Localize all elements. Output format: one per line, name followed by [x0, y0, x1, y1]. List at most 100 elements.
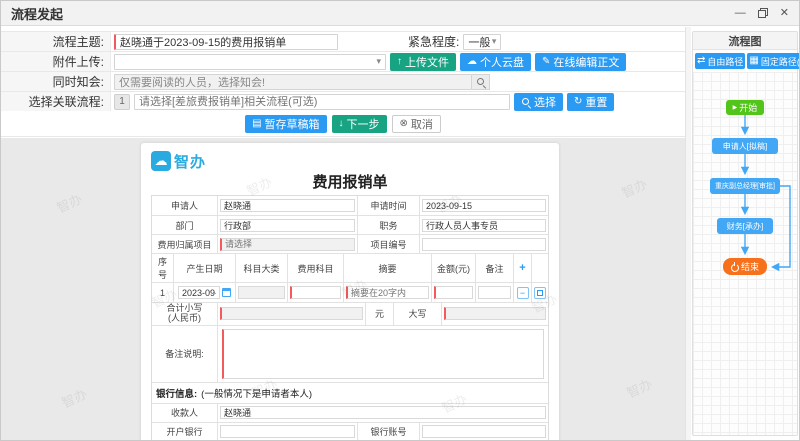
notify-search-button[interactable]: [472, 74, 490, 90]
watermark: 智办: [618, 173, 650, 201]
flow-canvas: ▶ 开始 申请人[拟稿] 重庆副总经理[审批] 财务[承办] 结束: [693, 72, 797, 435]
col-subject: 费用科目: [288, 254, 344, 282]
search-icon: [476, 77, 486, 87]
grid-icon: ▦: [749, 56, 758, 66]
account-input[interactable]: [422, 425, 546, 438]
cancel-button[interactable]: ⊗ 取消: [392, 115, 441, 133]
flow-node-finance[interactable]: 财务[承办]: [717, 218, 773, 234]
date-input[interactable]: [178, 286, 220, 299]
flow-node-applicant-label: 申请人[拟稿]: [723, 141, 767, 152]
position-input[interactable]: [422, 219, 546, 232]
attachment-label: 附件上传:: [1, 52, 111, 71]
add-row-button[interactable]: +: [519, 262, 525, 274]
category-input[interactable]: [238, 286, 285, 299]
remove-row-button[interactable]: −: [517, 287, 529, 299]
restore-icon[interactable]: [758, 8, 768, 18]
apply-time-label: 申请时间: [358, 196, 420, 215]
payee-label: 收款人: [152, 404, 218, 422]
process-form: 流程主题: 紧急程度: 一般 ▾ 附件上传: ▾ ↑ 上传文件: [1, 31, 685, 112]
project-no-input[interactable]: [422, 238, 546, 251]
row-index: 1: [152, 283, 174, 302]
uppercase-amount-input[interactable]: [444, 307, 546, 320]
cancel-circle-icon: ⊗: [400, 119, 408, 129]
col-amount: 金额(元): [432, 254, 476, 282]
bank-info-label: 银行信息:: [156, 386, 197, 400]
applicant-input[interactable]: [220, 199, 355, 212]
flow-panel-title: 流程图: [693, 32, 797, 50]
position-label: 职务: [358, 216, 420, 234]
unit-yuan-label: 元: [366, 303, 394, 325]
flow-diagram-panel: 流程图 ⇄ 自由路径 ▦ 固定路径(1): [692, 31, 798, 436]
expense-table-row: 1 −: [152, 282, 548, 302]
subject-select-input[interactable]: [290, 286, 341, 299]
swap-arrows-icon: ⇄: [697, 56, 705, 66]
save-draft-button[interactable]: ▤ 暂存草稿箱: [245, 115, 326, 133]
calendar-icon[interactable]: [222, 288, 231, 297]
notify-input[interactable]: [114, 74, 472, 90]
attachment-select[interactable]: ▾: [114, 54, 386, 70]
notify-label: 同时知会:: [1, 72, 111, 91]
remark-label: 备注说明:: [152, 326, 218, 382]
row-remark-input[interactable]: [478, 286, 511, 299]
bank-name-input[interactable]: [220, 425, 355, 438]
next-step-label: 下一步: [347, 116, 380, 132]
app-window: 流程发起 — ✕ 流程主题: 紧急程度: 一般 ▾ 附件上传:: [0, 0, 800, 441]
document-workspace: ☁ 智办 费用报销单 申请人 申请时间 部门 职务: [1, 138, 685, 441]
close-icon[interactable]: ✕: [780, 8, 789, 19]
remark-textarea[interactable]: [222, 329, 544, 379]
upload-file-button[interactable]: ↑ 上传文件: [390, 53, 456, 71]
logo-text: 智办: [174, 151, 206, 172]
refresh-icon: ↻: [574, 97, 582, 107]
personal-cloud-button[interactable]: ☁ 个人云盘: [460, 53, 531, 71]
page-title: 流程发起: [11, 4, 63, 23]
related-flow-input[interactable]: [134, 94, 510, 110]
down-arrow-icon: ↓: [339, 119, 344, 129]
search-icon: [521, 97, 531, 107]
select-flow-label: 选择: [534, 94, 556, 110]
flow-node-applicant[interactable]: 申请人[拟稿]: [712, 138, 778, 154]
watermark: 智办: [53, 188, 85, 216]
reset-flow-button[interactable]: ↻ 重置: [567, 93, 614, 111]
personal-cloud-label: 个人云盘: [480, 54, 524, 70]
flow-node-manager-label: 重庆副总经理[审批]: [715, 181, 775, 191]
related-flow-index: 1: [114, 94, 130, 110]
flow-node-start-label: 开始: [739, 101, 757, 114]
total-amount-input[interactable]: [220, 307, 363, 320]
power-icon: [731, 263, 739, 271]
reset-flow-label: 重置: [585, 94, 607, 110]
total-label-line2: (人民币): [168, 314, 201, 324]
department-row: 部门 职务: [152, 215, 548, 234]
chevron-down-icon: ▾: [376, 56, 381, 67]
subject-row: 流程主题: 紧急程度: 一般 ▾: [1, 32, 685, 52]
urgency-select[interactable]: 一般 ▾: [463, 34, 501, 50]
next-step-button[interactable]: ↓ 下一步: [332, 115, 387, 133]
col-remark: 备注: [476, 254, 514, 282]
select-flow-button[interactable]: 选择: [514, 93, 563, 111]
related-flow-row: 选择关联流程: 1 选择 ↻ 重置: [1, 92, 685, 112]
subject-label: 流程主题:: [1, 32, 111, 51]
project-select-input[interactable]: [220, 238, 355, 251]
copy-row-icon[interactable]: [534, 287, 546, 299]
free-path-label: 自由路径: [707, 55, 743, 68]
flow-node-start[interactable]: ▶ 开始: [726, 100, 764, 115]
department-input[interactable]: [220, 219, 355, 232]
summary-input[interactable]: [346, 286, 429, 299]
attachment-row: 附件上传: ▾ ↑ 上传文件 ☁ 个人云盘 ✎ 在线编辑正文: [1, 52, 685, 72]
online-edit-button[interactable]: ✎ 在线编辑正文: [535, 53, 626, 71]
vertical-scrollbar[interactable]: [685, 27, 691, 441]
flow-node-manager[interactable]: 重庆副总经理[审批]: [710, 178, 780, 194]
subject-input[interactable]: [114, 34, 338, 50]
notify-row: 同时知会:: [1, 72, 685, 92]
minimize-icon[interactable]: —: [735, 8, 746, 19]
upload-icon: ↑: [397, 57, 402, 67]
amount-input[interactable]: [434, 286, 473, 299]
payee-input[interactable]: [220, 406, 546, 419]
col-index: 序号: [152, 254, 174, 282]
bank-account-row: 开户银行 银行账号: [152, 422, 548, 441]
apply-time-input[interactable]: [422, 199, 546, 212]
flow-node-end[interactable]: 结束: [723, 258, 767, 275]
fixed-path-button[interactable]: ▦ 固定路径(1): [747, 53, 800, 69]
expense-table-header: 序号 产生日期 科目大类 费用科目 摘要 金额(元) 备注 +: [152, 253, 548, 282]
play-icon: ▶: [733, 104, 738, 111]
free-path-button[interactable]: ⇄ 自由路径: [695, 53, 745, 69]
